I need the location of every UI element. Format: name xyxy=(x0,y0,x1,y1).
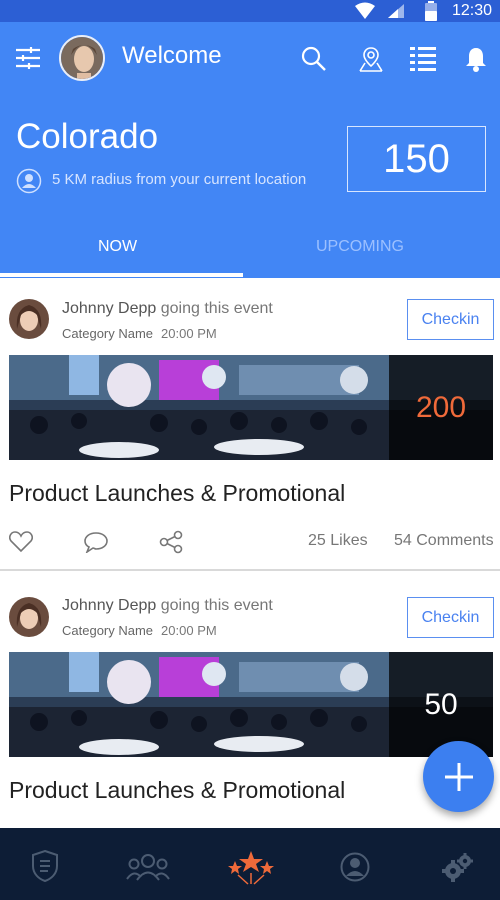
post-action: going this event xyxy=(160,597,273,614)
post-action: going this event xyxy=(160,300,273,317)
post-user-line: Johnny Depp going this event xyxy=(62,597,273,615)
event-count: 150 xyxy=(347,126,486,192)
attendee-count: 50 xyxy=(389,652,493,757)
tab-upcoming[interactable]: UPCOMING xyxy=(316,238,404,256)
tab-now[interactable]: NOW xyxy=(98,238,137,256)
wifi-icon xyxy=(355,2,375,19)
post-user-line: Johnny Depp going this event xyxy=(62,300,273,318)
location-title: Colorado xyxy=(16,117,159,156)
post-meta: Category Name 20:00 PM xyxy=(62,326,217,341)
profile-icon[interactable] xyxy=(340,852,370,882)
likes-count[interactable]: 25 Likes xyxy=(308,532,368,550)
settings-gears-icon[interactable] xyxy=(442,852,474,884)
post-category: Category Name xyxy=(62,623,154,638)
battery-icon xyxy=(425,1,437,21)
post-title[interactable]: Product Launches & Promotional xyxy=(9,480,345,507)
checkin-button[interactable]: Checkin xyxy=(407,299,494,340)
post-title[interactable]: Product Launches & Promotional xyxy=(9,777,345,804)
header-title: Welcome xyxy=(122,42,222,69)
add-button[interactable] xyxy=(423,741,494,812)
post-user-name[interactable]: Johnny Depp xyxy=(62,597,156,614)
heart-icon[interactable] xyxy=(9,531,33,553)
bell-icon[interactable] xyxy=(465,46,487,72)
post-category: Category Name xyxy=(62,326,154,341)
filter-sliders-icon[interactable] xyxy=(16,47,40,69)
comment-icon[interactable] xyxy=(83,531,109,553)
news-shield-icon[interactable] xyxy=(31,850,59,882)
user-avatar[interactable] xyxy=(9,597,49,637)
plus-icon xyxy=(445,763,473,791)
signal-icon xyxy=(388,4,404,18)
comments-count[interactable]: 54 Comments xyxy=(394,532,494,550)
stars-icon[interactable] xyxy=(226,849,276,885)
bottom-nav xyxy=(0,828,500,900)
checkin-button[interactable]: Checkin xyxy=(407,597,494,638)
post-meta: Category Name 20:00 PM xyxy=(62,623,217,638)
post-time: 20:00 PM xyxy=(161,326,217,341)
attendee-count: 200 xyxy=(389,355,493,460)
post-time: 20:00 PM xyxy=(161,623,217,638)
post-divider xyxy=(0,569,500,571)
status-time: 12:30 xyxy=(451,2,492,19)
avatar[interactable] xyxy=(59,35,105,81)
search-icon[interactable] xyxy=(301,46,327,72)
status-bar: 12:30 xyxy=(0,0,500,22)
group-icon[interactable] xyxy=(126,853,170,881)
post-user-name[interactable]: Johnny Depp xyxy=(62,300,156,317)
event-image[interactable]: 50 xyxy=(9,652,493,757)
event-image[interactable]: 200 xyxy=(9,355,493,460)
radius-text: 5 KM radius from your current location xyxy=(52,171,307,188)
location-user-icon xyxy=(16,168,42,194)
list-icon[interactable] xyxy=(410,46,436,72)
map-pin-icon[interactable] xyxy=(358,45,384,73)
tab-indicator xyxy=(0,273,243,277)
share-icon[interactable] xyxy=(159,530,183,554)
user-avatar[interactable] xyxy=(9,299,49,339)
